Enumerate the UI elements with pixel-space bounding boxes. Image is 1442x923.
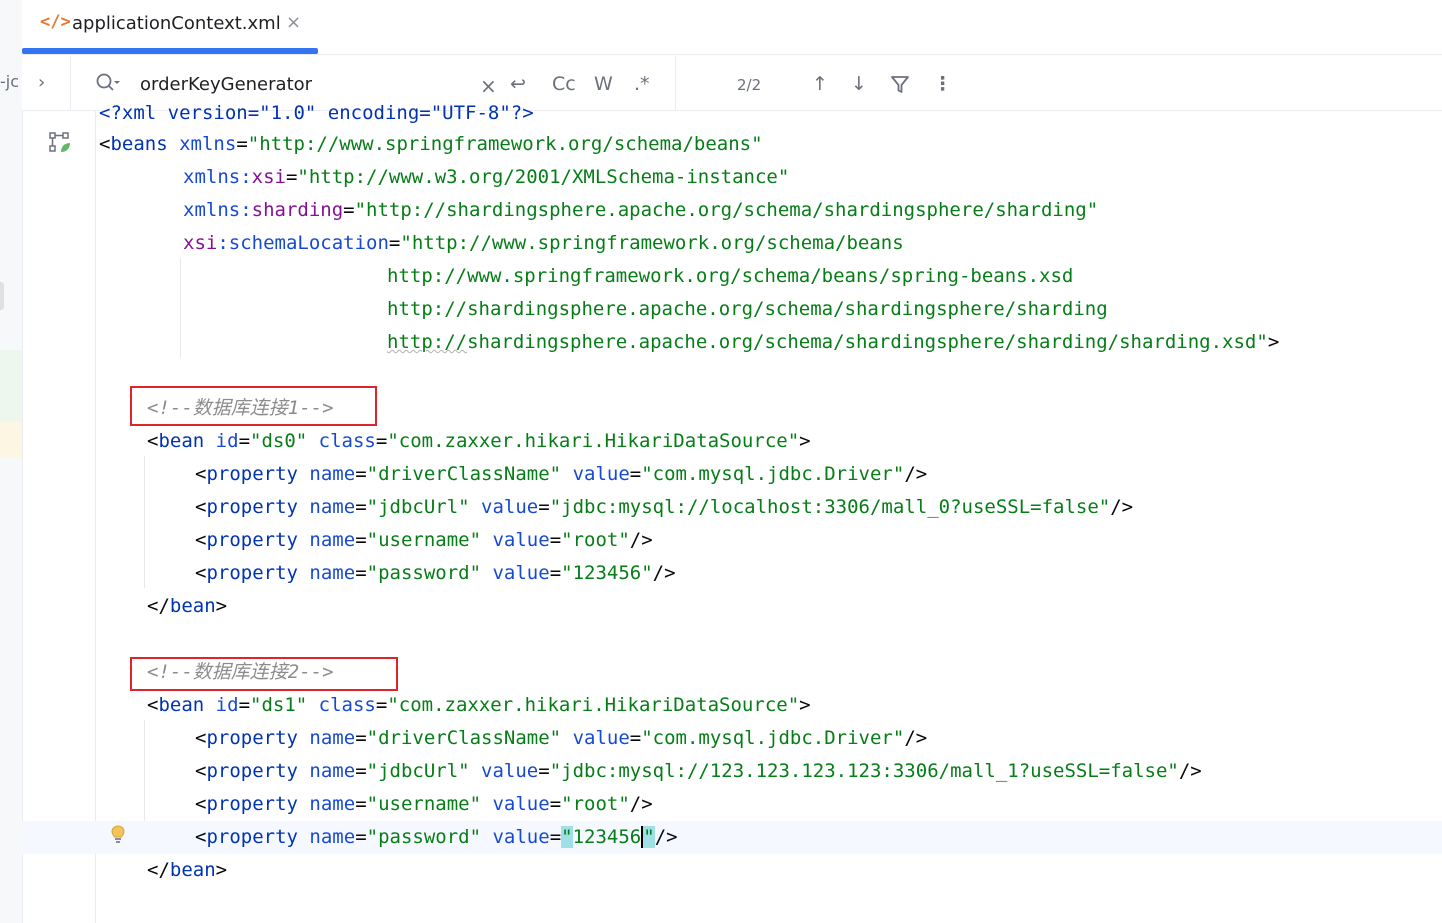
property-line: <property name="password" value="123456"… [195, 562, 676, 584]
annotation-box [130, 657, 398, 691]
xml-file-icon: </> [40, 12, 71, 32]
regex-toggle[interactable]: .* [634, 73, 650, 95]
code-editor[interactable]: <?xml version="1.0" encoding="UTF-8"?> <… [0, 102, 1442, 923]
indent-guide [180, 258, 181, 358]
filter-icon[interactable] [890, 75, 910, 99]
active-tab-indicator [22, 48, 318, 54]
bean-ds0-close: </bean> [147, 595, 228, 617]
bean-ds1-open: <bean id="ds1" class="com.zaxxer.hikari.… [147, 694, 811, 716]
match-case-toggle[interactable]: Cc [552, 73, 576, 95]
lightbulb-icon[interactable] [111, 825, 125, 843]
previous-occurrence-icon[interactable]: ↑ [812, 73, 828, 95]
property-line: <property name="driverClassName" value="… [195, 463, 928, 485]
bean-ds1-close: </bean> [147, 859, 228, 881]
search-history-icon[interactable] [95, 72, 121, 99]
code-line-1: <?xml version="1.0" encoding="UTF-8"?> [99, 102, 534, 124]
new-line-icon[interactable]: ↩ [510, 73, 526, 95]
tab-close-icon[interactable]: × [286, 12, 301, 33]
brace-match-quote: " [561, 826, 573, 848]
bean-ds0-open: <bean id="ds0" class="com.zaxxer.hikari.… [147, 430, 811, 452]
clear-search-icon[interactable]: × [480, 74, 497, 98]
property-line: <property name="jdbcUrl" value="jdbc:mys… [195, 760, 1202, 782]
words-toggle[interactable]: W [594, 73, 613, 95]
code-line-5: xsi:schemaLocation="http://www.springfra… [183, 232, 904, 254]
code-line-6: http://www.springframework.org/schema/be… [387, 265, 1074, 287]
find-bar-divider [70, 56, 71, 110]
code-line-3: xmlns:xsi="http://www.w3.org/2001/XMLSch… [183, 166, 790, 188]
property-line: <property name="jdbcUrl" value="jdbc:mys… [195, 496, 1134, 518]
annotation-box [130, 386, 377, 426]
code-line-2: <beans xmlns="http://www.springframework… [99, 133, 763, 155]
more-options-icon[interactable]: ⋮ [933, 73, 952, 95]
next-occurrence-icon[interactable]: ↓ [851, 73, 867, 95]
strip-truncated-text: -jc [0, 72, 20, 91]
indent-guide [144, 456, 145, 588]
code-line-8: http://shardingsphere.apache.org/schema/… [387, 331, 1280, 353]
code-line-7: http://shardingsphere.apache.org/schema/… [387, 298, 1108, 320]
match-count: 2/2 [737, 76, 762, 94]
code-line-4: xmlns:sharding="http://shardingsphere.ap… [183, 199, 1099, 221]
property-line: <property name="username" value="root"/> [195, 793, 653, 815]
expand-replace-chevron-icon[interactable]: › [38, 72, 45, 93]
text-caret: " [641, 826, 655, 848]
tab-title[interactable]: applicationContext.xml [72, 13, 281, 34]
property-line-current: <property name="password" value="123456 "… [195, 826, 678, 848]
property-line: <property name="username" value="root"/> [195, 529, 653, 551]
search-input[interactable] [140, 72, 470, 96]
property-line: <property name="driverClassName" value="… [195, 727, 928, 749]
